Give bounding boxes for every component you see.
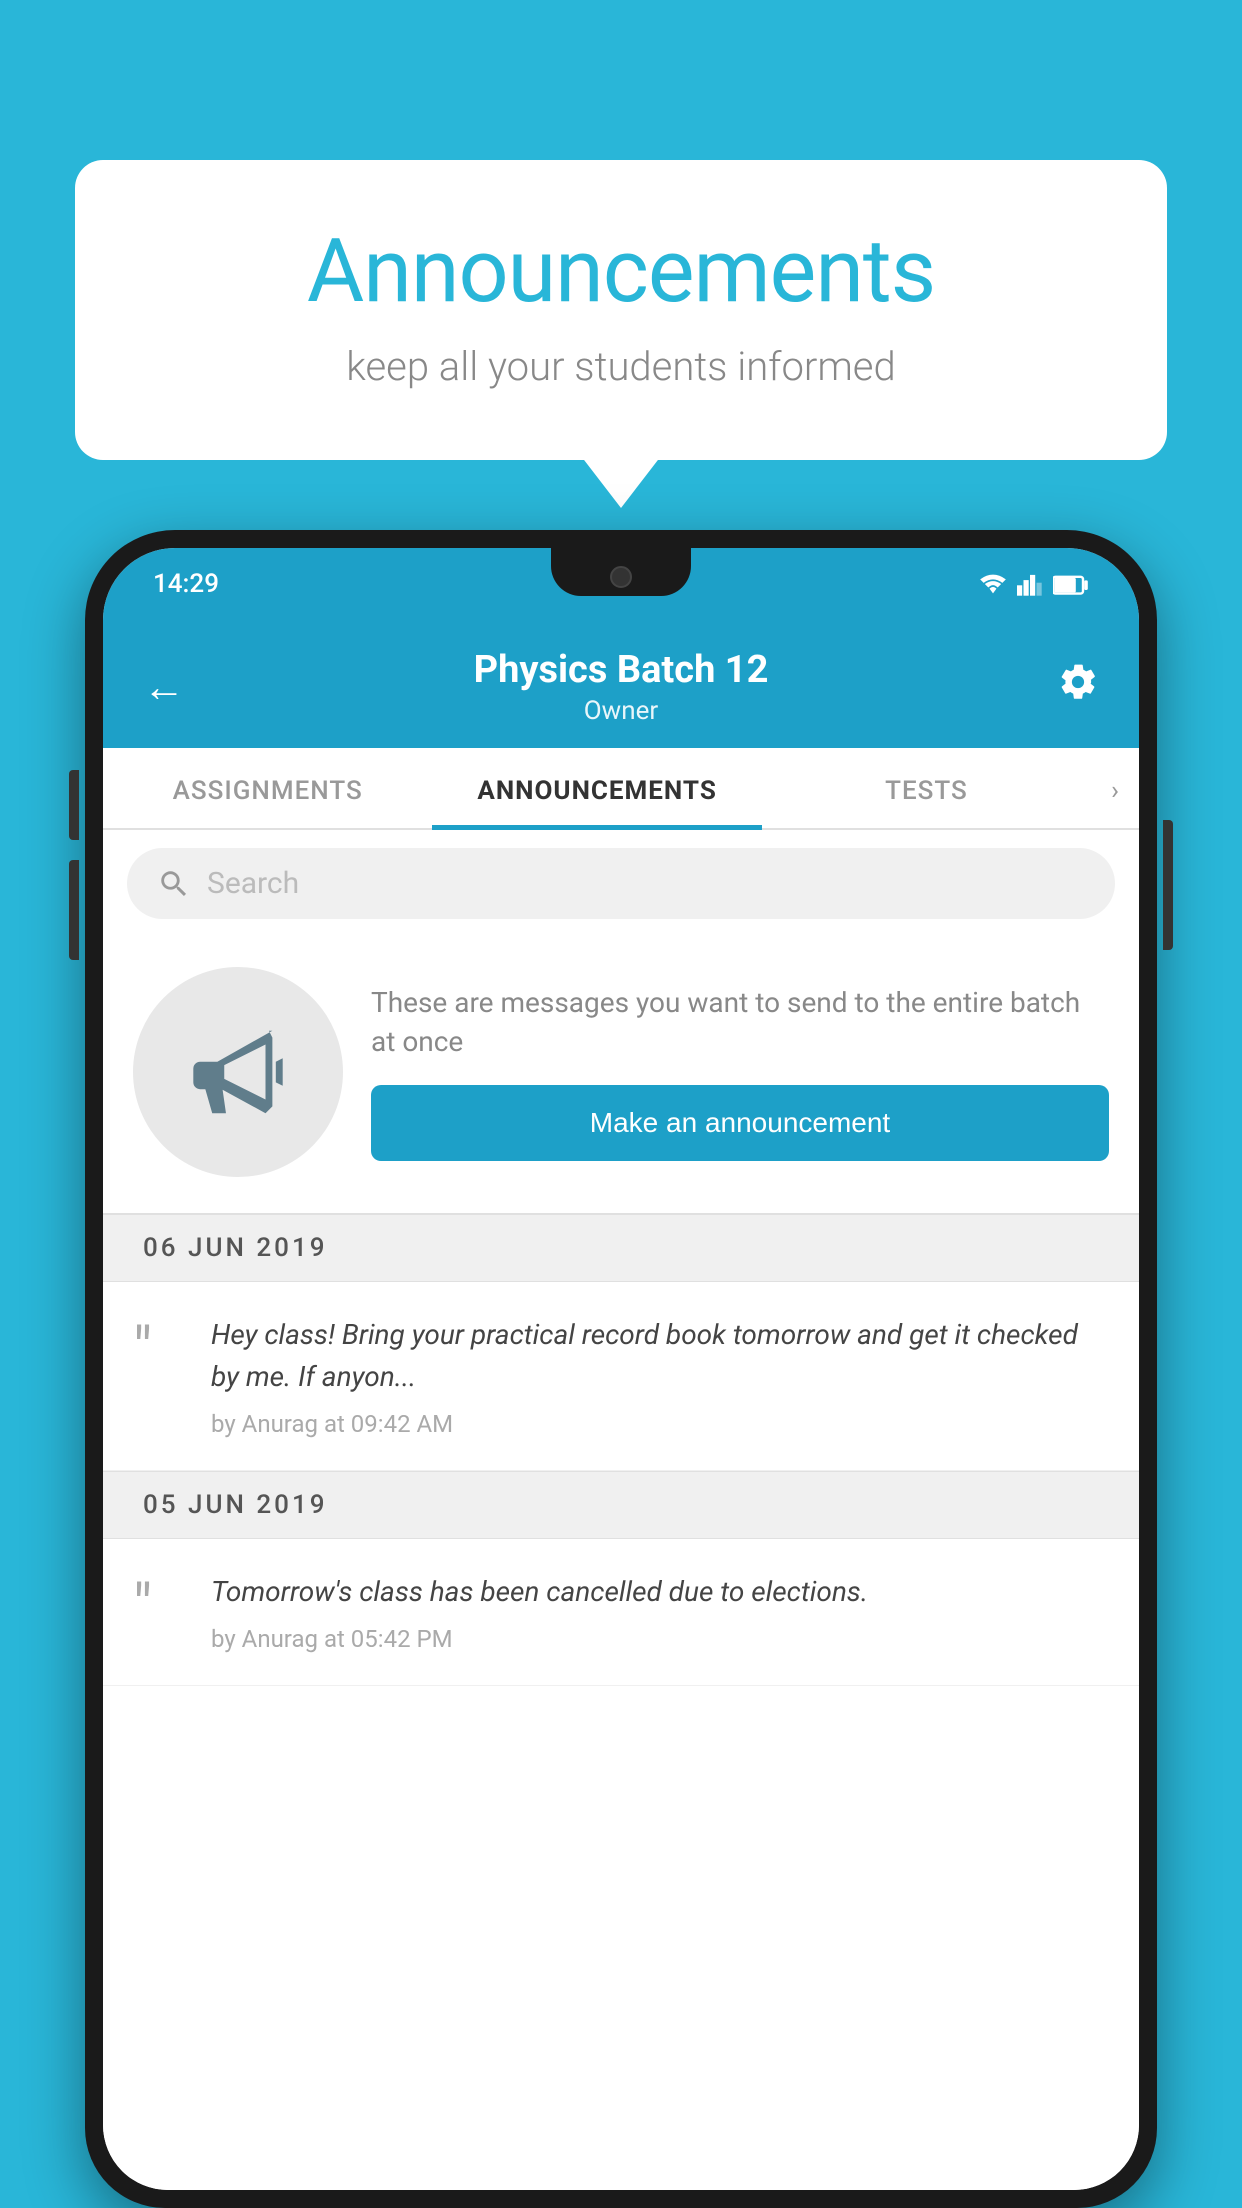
speech-bubble-card: Announcements keep all your students inf…	[75, 160, 1167, 460]
tabs-bar: ASSIGNMENTS ANNOUNCEMENTS TESTS ›	[103, 748, 1139, 830]
app-bar-title-group: Physics Batch 12 Owner	[474, 648, 769, 726]
quote-icon-1: "	[133, 1320, 183, 1438]
announcement-content-2: Tomorrow's class has been cancelled due …	[211, 1571, 1109, 1653]
search-container: Search	[103, 830, 1139, 937]
speech-bubble-section: Announcements keep all your students inf…	[75, 160, 1167, 460]
tab-announcements[interactable]: ANNOUNCEMENTS	[432, 748, 761, 828]
quote-icon-2: "	[133, 1577, 183, 1653]
date-separator-2: 05 JUN 2019	[103, 1471, 1139, 1539]
signal-icon	[1017, 572, 1043, 596]
volume-up-button	[69, 770, 79, 840]
date-separator-1: 06 JUN 2019	[103, 1214, 1139, 1282]
announcement-text-2: Tomorrow's class has been cancelled due …	[211, 1571, 1109, 1613]
announcement-item-1: " Hey class! Bring your practical record…	[103, 1282, 1139, 1471]
make-announcement-button[interactable]: Make an announcement	[371, 1085, 1109, 1161]
tab-tests[interactable]: TESTS	[762, 748, 1091, 828]
app-bar: ← Physics Batch 12 Owner	[103, 620, 1139, 748]
search-bar[interactable]: Search	[127, 848, 1115, 919]
bubble-subtitle: keep all your students informed	[155, 343, 1087, 390]
power-button	[1163, 820, 1173, 950]
status-bar: 14:29	[103, 548, 1139, 620]
content-area: Search These are messages you want to se…	[103, 830, 1139, 2190]
bubble-title: Announcements	[155, 220, 1087, 323]
status-time: 14:29	[153, 569, 219, 599]
megaphone-icon	[183, 1017, 293, 1127]
announcement-meta-2: by Anurag at 05:42 PM	[211, 1625, 1109, 1653]
phone-mockup: 14:29	[85, 530, 1157, 2208]
promo-icon-circle	[133, 967, 343, 1177]
battery-icon	[1053, 573, 1089, 595]
announcement-item-2: " Tomorrow's class has been cancelled du…	[103, 1539, 1139, 1686]
search-icon	[157, 867, 191, 901]
app-bar-title: Physics Batch 12	[474, 648, 769, 692]
wifi-icon	[979, 572, 1007, 596]
tab-assignments[interactable]: ASSIGNMENTS	[103, 748, 432, 828]
app-bar-subtitle: Owner	[474, 696, 769, 726]
promo-description: These are messages you want to send to t…	[371, 983, 1109, 1061]
phone-outer-frame: 14:29	[85, 530, 1157, 2208]
status-icons	[979, 572, 1089, 596]
promo-right: These are messages you want to send to t…	[371, 983, 1109, 1161]
announcement-promo: These are messages you want to send to t…	[103, 937, 1139, 1214]
phone-notch	[551, 548, 691, 596]
back-button[interactable]: ←	[143, 663, 185, 712]
notch-camera	[610, 566, 632, 588]
announcement-meta-1: by Anurag at 09:42 AM	[211, 1410, 1109, 1438]
settings-button[interactable]	[1057, 661, 1099, 713]
announcement-content-1: Hey class! Bring your practical record b…	[211, 1314, 1109, 1438]
announcement-text-1: Hey class! Bring your practical record b…	[211, 1314, 1109, 1398]
phone-screen: 14:29	[103, 548, 1139, 2190]
search-placeholder: Search	[207, 866, 299, 901]
tab-more[interactable]: ›	[1091, 748, 1139, 828]
volume-down-button	[69, 860, 79, 960]
